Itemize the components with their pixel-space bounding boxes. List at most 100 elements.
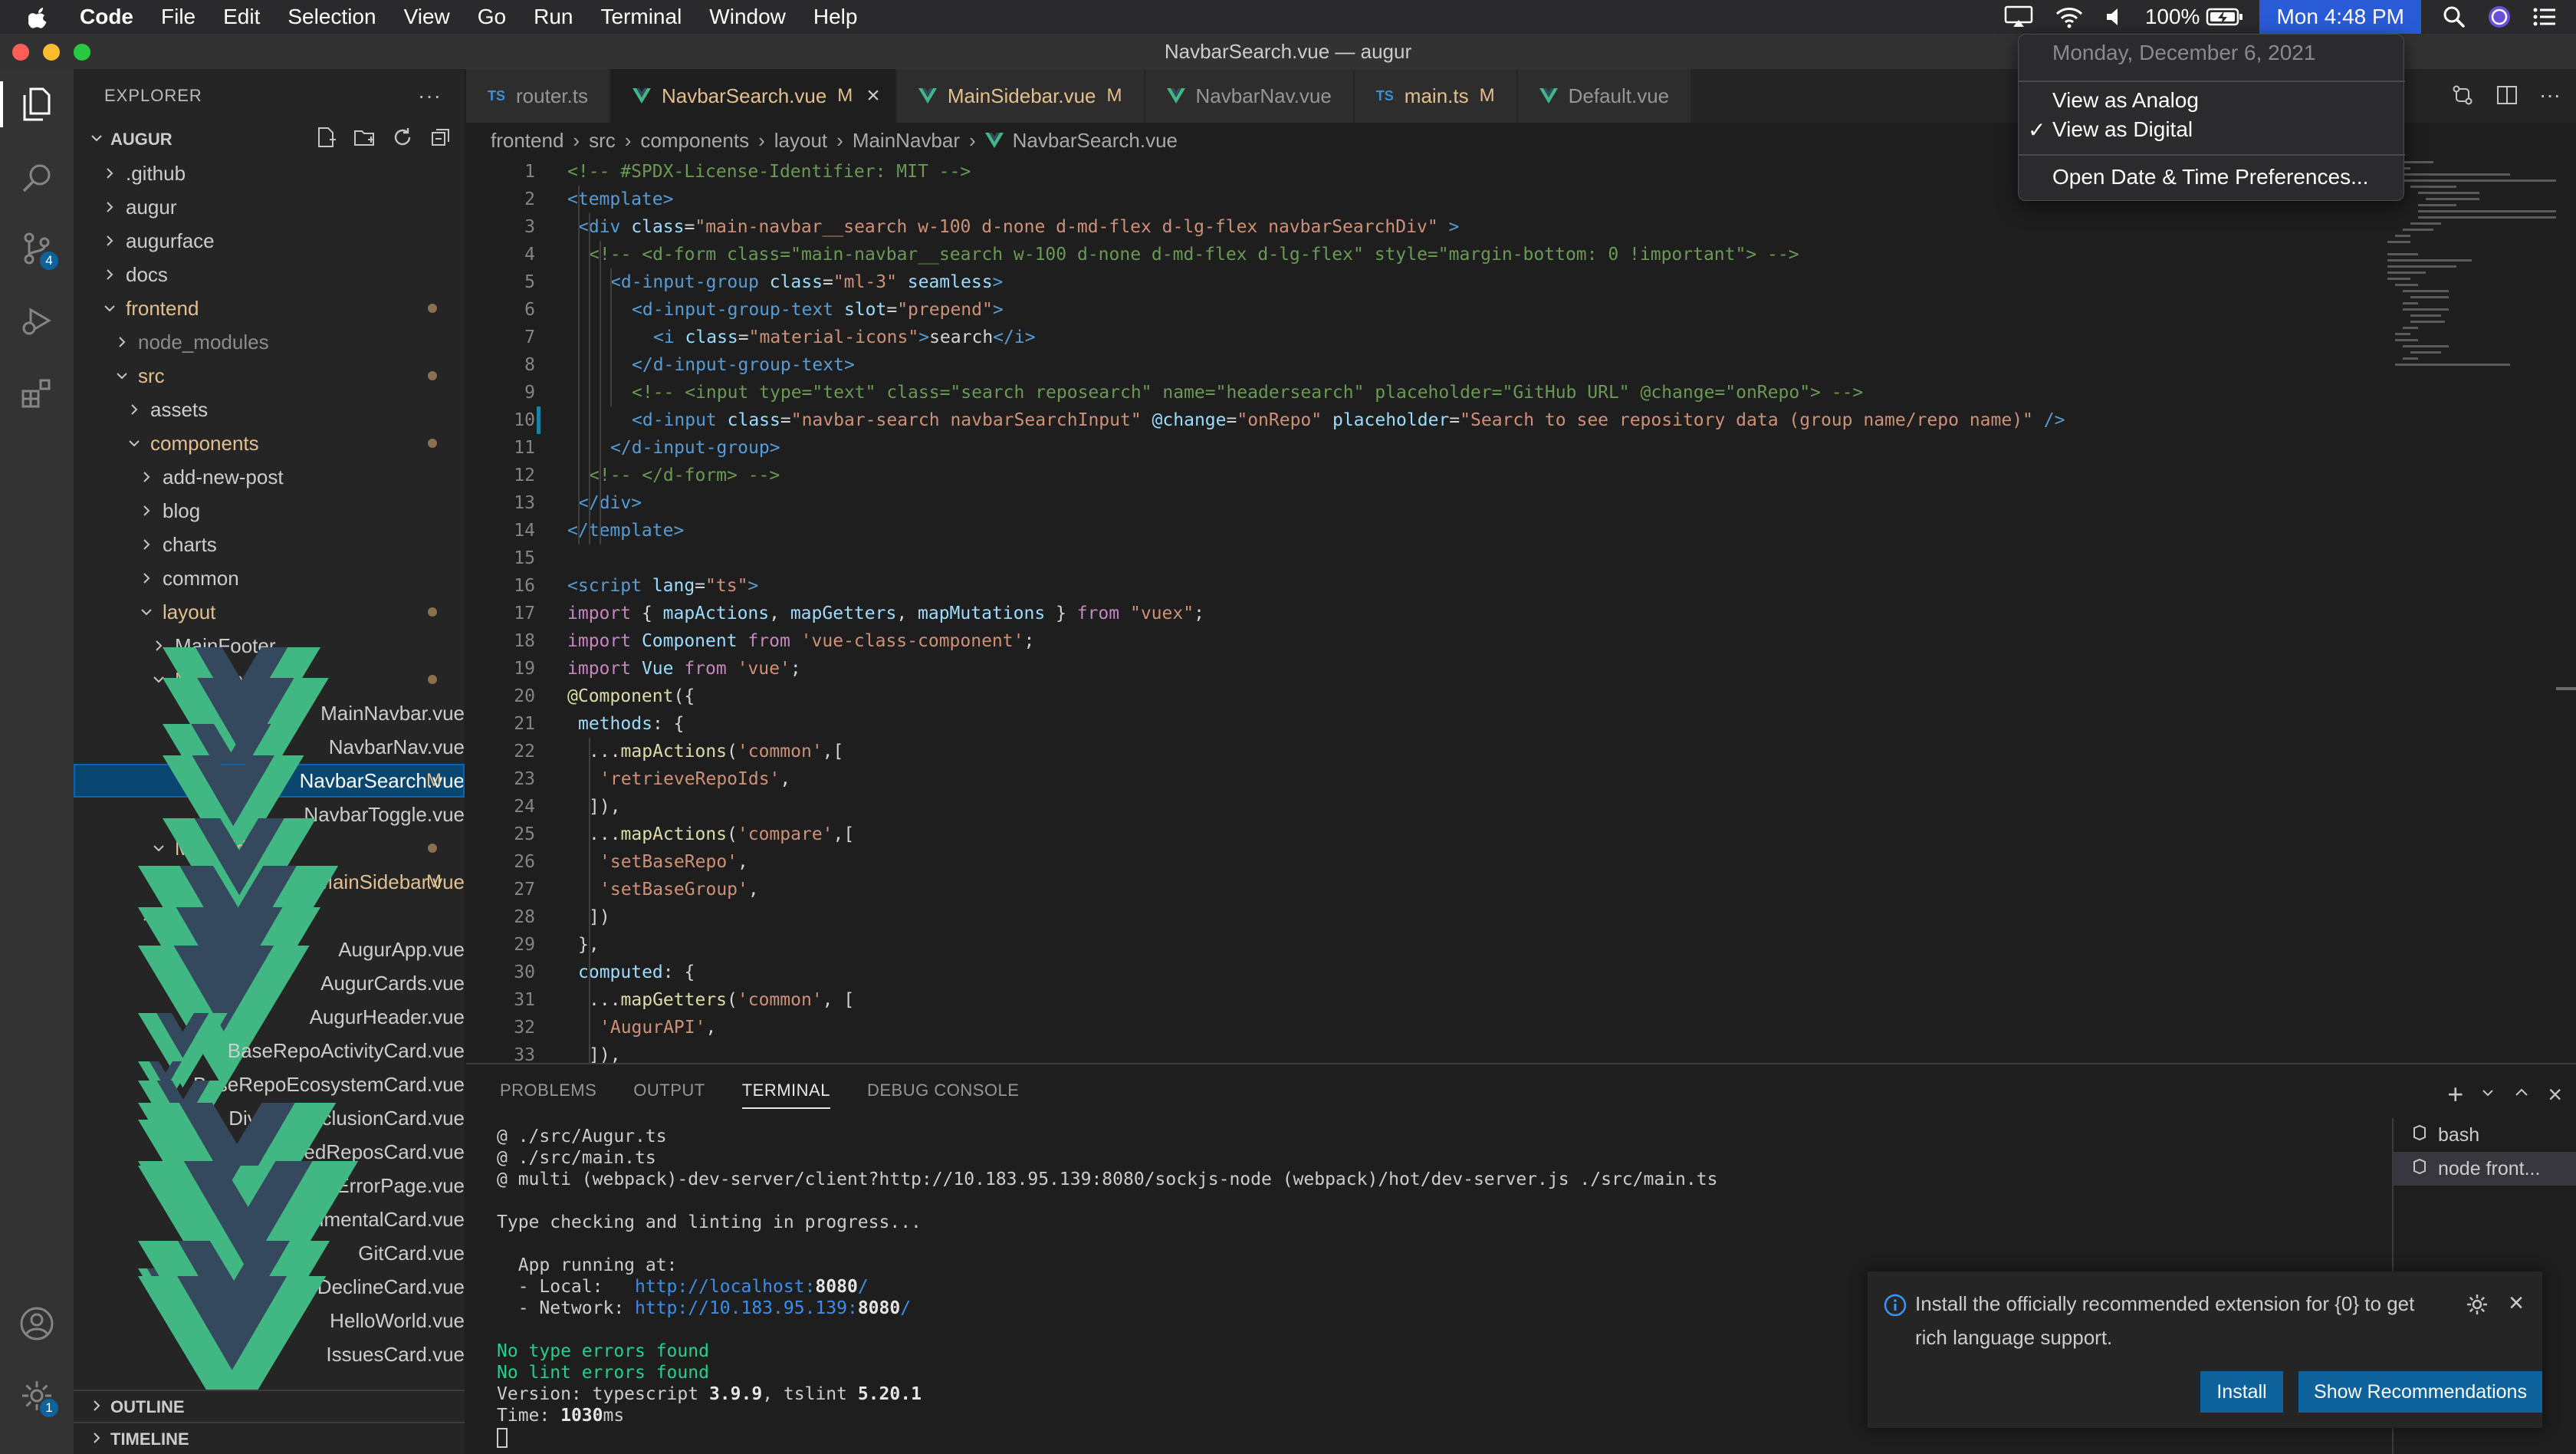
menu-run[interactable]: Run <box>534 5 573 29</box>
tab-debug-console[interactable]: DEBUG CONSOLE <box>867 1064 1019 1117</box>
siri-icon[interactable] <box>2487 5 2512 29</box>
terminal-text[interactable]: 8080 <box>815 1277 857 1297</box>
battery-icon[interactable] <box>2206 7 2244 27</box>
breadcrumb-item[interactable]: src <box>589 129 616 153</box>
file-item[interactable]: BaseRepoActivityCard.vue <box>74 1013 465 1088</box>
new-folder-icon[interactable] <box>351 124 377 150</box>
menu-terminal[interactable]: Terminal <box>600 5 682 29</box>
menubar-clock[interactable]: Mon 4:48 PM <box>2259 0 2421 34</box>
menu-selection[interactable]: Selection <box>288 5 376 29</box>
terminal-text[interactable]: http://localhost: <box>635 1277 815 1297</box>
tab-main-ts[interactable]: TS main.ts M <box>1354 69 1518 123</box>
terminal-item-bash[interactable]: bash <box>2394 1118 2576 1152</box>
open-date-time-preferences-item[interactable]: Open Date & Time Preferences... <box>2052 165 2368 189</box>
volume-icon[interactable] <box>2105 6 2124 28</box>
close-panel-icon[interactable]: × <box>2548 1081 2562 1109</box>
gear-icon[interactable] <box>2466 1293 2489 1320</box>
file-item[interactable]: AugurHeader.vue <box>74 945 465 1089</box>
zoom-window-button[interactable] <box>74 44 90 61</box>
install-button[interactable]: Install <box>2200 1371 2283 1413</box>
terminal-text: Time: <box>497 1406 561 1426</box>
apple-menu-icon[interactable] <box>26 4 52 30</box>
breadcrumb-item[interactable]: components <box>640 129 749 153</box>
more-actions-icon[interactable]: ··· <box>418 84 442 108</box>
folder-item[interactable]: add-new-post <box>74 460 465 494</box>
view-as-digital-item[interactable]: View as Digital <box>2052 117 2193 142</box>
folder-item[interactable]: node_modules <box>74 325 465 359</box>
search-icon[interactable] <box>14 155 60 201</box>
wifi-icon[interactable] <box>2055 5 2084 28</box>
folder-item[interactable]: charts <box>74 528 465 561</box>
new-terminal-icon[interactable]: + <box>2447 1078 2463 1110</box>
breadcrumb-item[interactable]: frontend <box>491 129 564 153</box>
folder-item[interactable]: augurface <box>74 224 465 258</box>
show-recommendations-button[interactable]: Show Recommendations <box>2298 1371 2542 1413</box>
folder-item[interactable]: .github <box>74 156 465 190</box>
code-editor[interactable]: 1 2 3 4 5 6 7 8 9 10 11 12 13 14 15 16 17 18 19 20 21 22 23 24 2… <box>466 158 2576 1063</box>
tab-mainsidebar-vue[interactable]: MainSidebar.vue M <box>896 69 1145 123</box>
folder-item[interactable]: layout <box>74 595 465 629</box>
source-control-icon[interactable]: 4 <box>14 225 60 271</box>
folder-item[interactable]: frontend <box>74 291 465 325</box>
run-debug-icon[interactable] <box>14 298 60 344</box>
folder-item[interactable]: blog <box>74 494 465 528</box>
terminal-text[interactable]: 8080 <box>858 1298 900 1318</box>
menu-file[interactable]: File <box>161 5 196 29</box>
maximize-panel-icon[interactable] <box>2512 1084 2531 1106</box>
minimap[interactable] <box>2380 158 2571 388</box>
manage-gear-icon[interactable]: 1 <box>14 1373 60 1419</box>
menu-window[interactable]: Window <box>709 5 786 29</box>
more-actions-icon[interactable]: ··· <box>2539 83 2561 111</box>
code-line: <i class="material-icons">search</i> <box>567 324 2065 351</box>
menu-edit[interactable]: Edit <box>223 5 260 29</box>
breadcrumb-item[interactable]: layout <box>774 129 827 153</box>
account-icon[interactable] <box>14 1301 60 1347</box>
folder-item[interactable]: augur <box>74 190 465 224</box>
tab-navbarsearch-vue[interactable]: NavbarSearch.vue M × <box>610 69 897 123</box>
airplay-icon[interactable] <box>2004 5 2033 28</box>
collapse-all-icon[interactable] <box>428 124 454 150</box>
split-editor-icon[interactable] <box>2495 83 2519 111</box>
tab-router-ts[interactable]: TS router.ts <box>466 69 611 123</box>
breadcrumb-item[interactable]: MainNavbar <box>853 129 960 153</box>
close-icon[interactable]: × <box>2509 1288 2524 1318</box>
app-menu[interactable]: Code <box>80 5 133 29</box>
tab-navbarnav-vue[interactable]: NavbarNav.vue <box>1145 69 1355 123</box>
line-number: 11 <box>514 438 535 458</box>
timeline-section[interactable]: TIMELINE <box>74 1422 465 1454</box>
new-file-icon[interactable] <box>313 124 339 150</box>
tab-default-vue[interactable]: Default.vue <box>1517 69 1693 123</box>
chevron-down-icon[interactable] <box>2480 1085 2496 1104</box>
extensions-icon[interactable] <box>14 370 60 416</box>
file-item[interactable]: BaseRepoEcosystemCard.vue <box>74 1061 465 1107</box>
breadcrumb-item[interactable]: NavbarSearch.vue <box>1013 129 1178 153</box>
terminal-text[interactable]: http://10.183.95.139: <box>635 1298 858 1318</box>
tab-problems[interactable]: PROBLEMS <box>500 1064 596 1117</box>
menu-help[interactable]: Help <box>813 5 858 29</box>
view-as-analog-item[interactable]: View as Analog <box>2052 88 2199 113</box>
folder-item[interactable]: src <box>74 359 465 393</box>
spotlight-search-icon[interactable] <box>2443 5 2466 28</box>
menu-view[interactable]: View <box>404 5 450 29</box>
explorer-icon[interactable] <box>0 81 60 127</box>
scrollbar-thumb[interactable] <box>2556 687 2576 690</box>
folder-item[interactable]: assets <box>74 393 465 426</box>
tab-output[interactable]: OUTPUT <box>633 1064 705 1117</box>
tab-terminal[interactable]: TERMINAL <box>741 1064 831 1117</box>
notification-center-icon[interactable] <box>2533 7 2556 27</box>
close-tab-icon[interactable]: × <box>866 83 880 109</box>
folder-item[interactable]: common <box>74 561 465 595</box>
terminal-text[interactable]: / <box>858 1277 869 1297</box>
file-item[interactable]: IssuesCard.vue <box>74 1275 465 1433</box>
folder-item[interactable]: docs <box>74 258 465 291</box>
folder-item[interactable]: components <box>74 426 465 460</box>
menu-go[interactable]: Go <box>478 5 506 29</box>
refresh-icon[interactable] <box>389 124 416 150</box>
open-changes-icon[interactable] <box>2450 83 2475 111</box>
terminal-item-node[interactable]: node front... <box>2394 1152 2576 1186</box>
minimize-window-button[interactable] <box>43 44 60 61</box>
close-window-button[interactable] <box>12 44 29 61</box>
outline-section[interactable]: OUTLINE <box>74 1390 465 1423</box>
terminal-text[interactable]: / <box>900 1298 911 1318</box>
tree-item-label: HelloWorld.vue <box>330 1308 465 1332</box>
